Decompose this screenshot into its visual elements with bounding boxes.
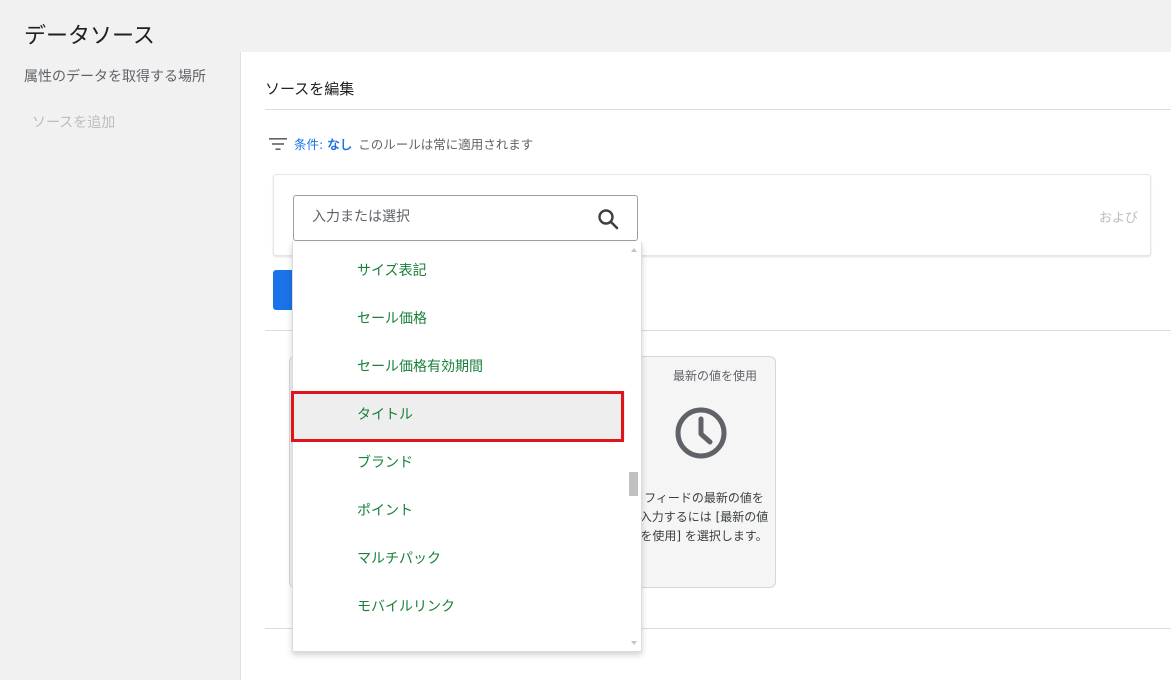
filter-icon: [269, 137, 287, 150]
scroll-down-arrow-icon[interactable]: [631, 641, 637, 645]
condition-note: このルールは常に適用されます: [358, 137, 534, 152]
dropdown-item[interactable]: ブランド: [293, 439, 625, 487]
dropdown-item[interactable]: マルチパック: [293, 535, 625, 583]
dropdown-item[interactable]: セール価格: [293, 295, 625, 343]
clock-icon: [675, 407, 727, 459]
and-label[interactable]: および: [1099, 207, 1138, 226]
dropdown-item[interactable]: モバイルリンク: [293, 583, 625, 631]
attribute-dropdown[interactable]: サイズ表記 セール価格 セール価格有効期間 タイトル ブランド ポイント マルチ…: [292, 242, 642, 652]
scroll-thumb[interactable]: [629, 472, 638, 496]
add-source-link[interactable]: ソースを追加: [32, 112, 115, 132]
condition-value[interactable]: なし: [327, 134, 352, 153]
search-icon[interactable]: [597, 208, 619, 230]
panel-header: ソースを編集: [265, 80, 355, 98]
option-card-title: 最新の値を使用: [672, 369, 757, 383]
condition-row[interactable]: 条件: なし このルールは常に適用されます: [268, 134, 533, 153]
search-field[interactable]: [293, 195, 638, 241]
page-title: データソース: [24, 24, 155, 49]
sidebar-heading: 属性のデータを取得する場所: [24, 69, 206, 85]
dropdown-item[interactable]: サイズ表記: [293, 247, 625, 295]
use-latest-value-card[interactable]: 最新の値を使用 フィードの最新の値を入力するには [最新の値を使用] を選択しま…: [631, 356, 776, 588]
search-input[interactable]: [310, 208, 584, 226]
dropdown-item-selected[interactable]: タイトル: [293, 391, 625, 439]
dropdown-item[interactable]: セール価格有効期間: [293, 343, 625, 391]
scroll-up-arrow-icon[interactable]: [631, 248, 637, 252]
option-card-description: フィードの最新の値を入力するには [最新の値を使用] を選択します。: [639, 491, 769, 543]
condition-label[interactable]: 条件:: [294, 134, 323, 153]
dropdown-item[interactable]: ポイント: [293, 487, 625, 535]
dropdown-scrollbar[interactable]: [627, 242, 641, 651]
divider: [265, 109, 1171, 110]
